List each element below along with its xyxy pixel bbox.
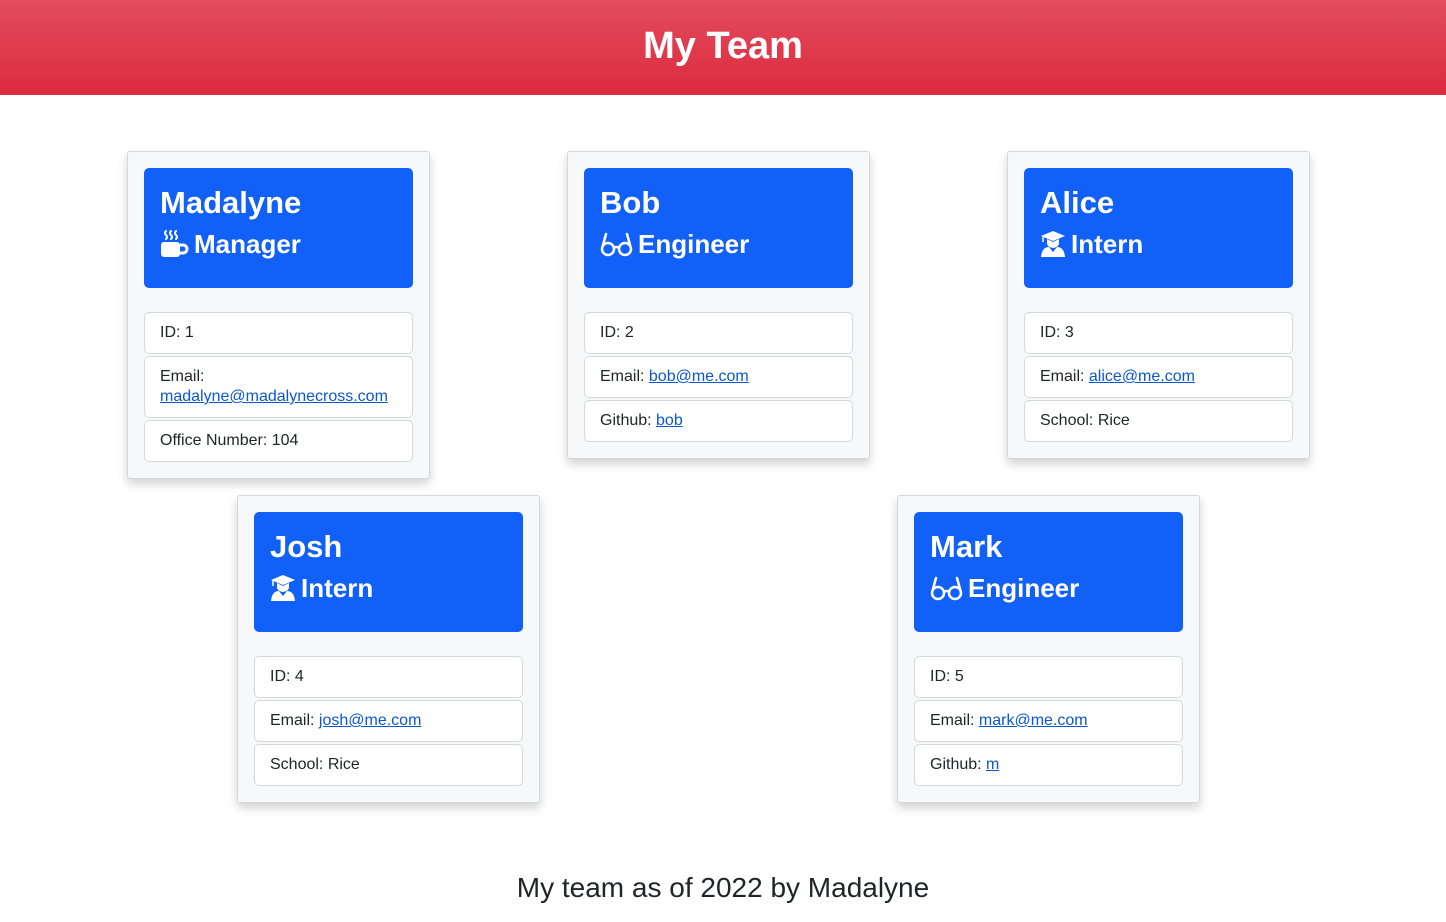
employee-card-mark: Mark Engineer ID: 5 Email: mark@me.com G…: [897, 495, 1200, 803]
email-label: Email:: [600, 368, 649, 385]
card-details: ID: 2 Email: bob@me.com Github: bob: [584, 312, 853, 442]
employee-email-row: Email: josh@me.com: [254, 700, 523, 742]
school-row: School: Rice: [254, 744, 523, 786]
email-label: Email:: [930, 712, 979, 729]
employee-email-row: Email: madalyne@madalynecross.com: [144, 356, 413, 418]
employee-name: Bob: [600, 185, 661, 220]
glasses-icon: [600, 231, 633, 257]
github-link[interactable]: bob: [656, 412, 683, 429]
github-row: Github: bob: [584, 400, 853, 442]
employee-name: Madalyne: [160, 185, 302, 220]
employee-card-alice: Alice Intern ID: 3 Email: alice@me.com S…: [1007, 151, 1310, 459]
employee-role-label: Engineer: [968, 573, 1080, 603]
employee-id: ID: 3: [1024, 312, 1293, 354]
mug-icon: [160, 230, 189, 258]
email-link[interactable]: madalyne@madalynecross.com: [160, 388, 388, 405]
employee-name: Josh: [270, 529, 343, 564]
employee-id: ID: 5: [914, 656, 1183, 698]
employee-card-madalyne: Madalyne Manager ID: 1 Email: madalyne@m…: [127, 151, 430, 479]
github-row: Github: m: [914, 744, 1183, 786]
github-label: Github:: [930, 756, 987, 773]
employee-name: Alice: [1040, 185, 1115, 220]
card-header: Josh Intern: [254, 512, 523, 632]
graduate-icon: [270, 574, 296, 602]
page-header: My Team: [0, 0, 1446, 95]
email-link[interactable]: josh@me.com: [319, 712, 422, 729]
card-details: ID: 3 Email: alice@me.com School: Rice: [1024, 312, 1293, 442]
employee-role: Engineer: [600, 228, 837, 260]
employee-role: Engineer: [930, 572, 1167, 604]
employee-id: ID: 2: [584, 312, 853, 354]
github-link[interactable]: m: [986, 756, 999, 773]
card-details: ID: 4 Email: josh@me.com School: Rice: [254, 656, 523, 786]
employee-card-josh: Josh Intern ID: 4 Email: josh@me.com Sch…: [237, 495, 540, 803]
employee-id: ID: 4: [254, 656, 523, 698]
card-header: Bob Engineer: [584, 168, 853, 288]
employee-name: Mark: [930, 529, 1003, 564]
email-label: Email:: [160, 368, 205, 385]
email-link[interactable]: alice@me.com: [1089, 368, 1195, 385]
employee-card-bob: Bob Engineer ID: 2 Email: bob@me.com Git…: [567, 151, 870, 459]
employee-role-label: Intern: [1071, 229, 1144, 259]
employee-role-label: Engineer: [638, 229, 750, 259]
employee-role: Manager: [160, 228, 397, 260]
employee-role-label: Intern: [301, 573, 374, 603]
office-number: Office Number: 104: [144, 420, 413, 462]
glasses-icon: [930, 575, 963, 601]
employee-role: Intern: [270, 572, 507, 604]
card-details: ID: 1 Email: madalyne@madalynecross.com …: [144, 312, 413, 462]
page-title: My Team: [643, 25, 803, 67]
employee-id: ID: 1: [144, 312, 413, 354]
employee-role: Intern: [1040, 228, 1277, 260]
employee-role-label: Manager: [194, 229, 301, 259]
email-label: Email:: [1040, 368, 1089, 385]
email-label: Email:: [270, 712, 319, 729]
email-link[interactable]: mark@me.com: [979, 712, 1088, 729]
page-footer: My team as of 2022 by Madalyne: [516, 872, 930, 903]
card-header: Mark Engineer: [914, 512, 1183, 632]
school-row: School: Rice: [1024, 400, 1293, 442]
graduate-icon: [1040, 230, 1066, 258]
employee-email-row: Email: alice@me.com: [1024, 356, 1293, 398]
card-details: ID: 5 Email: mark@me.com Github: m: [914, 656, 1183, 786]
employee-email-row: Email: mark@me.com: [914, 700, 1183, 742]
email-link[interactable]: bob@me.com: [649, 368, 749, 385]
card-header: Madalyne Manager: [144, 168, 413, 288]
employee-email-row: Email: bob@me.com: [584, 356, 853, 398]
github-label: Github:: [600, 412, 657, 429]
card-header: Alice Intern: [1024, 168, 1293, 288]
